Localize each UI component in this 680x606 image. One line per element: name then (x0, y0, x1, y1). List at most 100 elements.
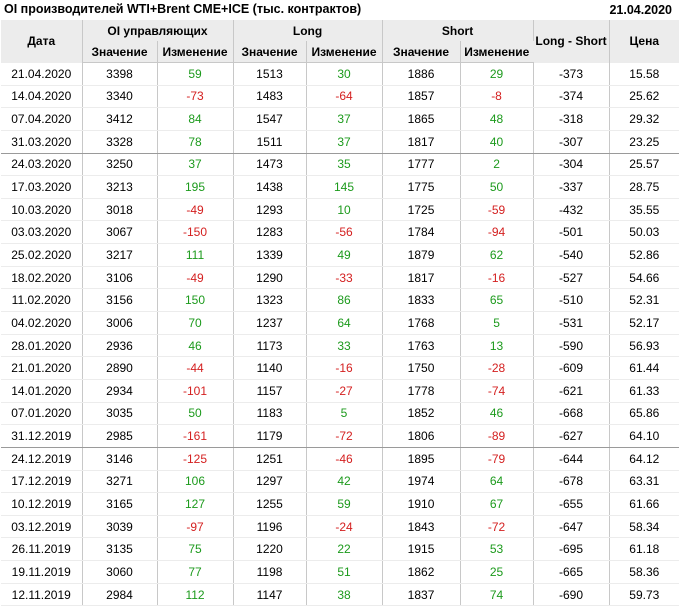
cell-long-value: 1147 (233, 583, 307, 606)
table-row: 07.01.2020 3035 50 1183 5 1852 46 -668 65.86 (1, 402, 680, 426)
cell-price: 64.10 (609, 424, 680, 448)
cell-long-short: -373 (533, 62, 610, 86)
cell-short-value: 1910 (382, 492, 461, 516)
cell-date: 31.03.2020 (1, 130, 83, 154)
cell-date: 03.03.2020 (1, 220, 83, 245)
cell-oi-change: -150 (157, 220, 234, 245)
cell-long-change: 37 (306, 130, 383, 154)
cell-short-value: 1843 (382, 515, 461, 539)
cell-date: 10.12.2019 (1, 492, 83, 516)
cell-oi-change: 75 (157, 537, 234, 562)
cell-long-short: -590 (533, 334, 610, 358)
table-row: 19.11.2019 3060 77 1198 51 1862 25 -665 58.36 (1, 560, 680, 584)
subheader-long-change: Изменение (306, 41, 383, 63)
cell-long-value: 1237 (233, 311, 307, 335)
cell-short-value: 1768 (382, 311, 461, 335)
cell-oi-change: 59 (157, 62, 234, 86)
cell-long-change: 22 (306, 537, 383, 562)
cell-oi-value: 2934 (82, 379, 158, 403)
header-oi-group: OI управляющих (82, 20, 234, 41)
cell-oi-value: 3106 (82, 266, 158, 290)
cell-long-short: -690 (533, 583, 610, 606)
cell-short-value: 1775 (382, 175, 461, 199)
cell-short-change: 46 (460, 402, 534, 426)
table-row: 31.03.2020 3328 78 1511 37 1817 40 -307 23.25 (1, 130, 680, 154)
table-row: 03.03.2020 3067 -150 1283 -56 1784 -94 -501 50.0… (1, 220, 680, 245)
cell-short-change: 67 (460, 492, 534, 516)
cell-long-change: 64 (306, 311, 383, 335)
cell-oi-value: 3340 (82, 85, 158, 109)
cell-long-short: -678 (533, 470, 610, 494)
cell-price: 58.36 (609, 560, 680, 584)
cell-long-change: 33 (306, 334, 383, 358)
cell-long-value: 1511 (233, 130, 307, 154)
cell-oi-change: -125 (157, 447, 234, 471)
cell-oi-change: -101 (157, 379, 234, 403)
cell-long-value: 1255 (233, 492, 307, 516)
cell-short-change: 53 (460, 537, 534, 562)
cell-oi-value: 2984 (82, 583, 158, 606)
cell-long-change: 5 (306, 402, 383, 426)
cell-price: 61.66 (609, 492, 680, 516)
cell-long-change: -64 (306, 85, 383, 109)
cell-short-value: 1806 (382, 424, 461, 448)
cell-oi-value: 3146 (82, 447, 158, 471)
subheader-short-change: Изменение (460, 41, 534, 63)
cell-short-change: 29 (460, 62, 534, 86)
cell-long-value: 1290 (233, 266, 307, 290)
cell-price: 54.66 (609, 266, 680, 290)
cell-long-change: 37 (306, 107, 383, 131)
cell-oi-value: 3250 (82, 153, 158, 177)
cell-short-value: 1763 (382, 334, 461, 358)
cell-price: 25.57 (609, 153, 680, 177)
cell-short-change: -28 (460, 356, 534, 380)
cell-date: 14.04.2020 (1, 85, 83, 109)
cell-oi-change: 111 (157, 243, 234, 267)
cell-oi-change: -73 (157, 85, 234, 109)
table-row: 11.02.2020 3156 150 1323 86 1833 65 -510 52.31 (1, 288, 680, 313)
cell-long-value: 1547 (233, 107, 307, 131)
cell-long-short: -695 (533, 537, 610, 562)
cell-long-change: -56 (306, 220, 383, 245)
cell-short-value: 1817 (382, 266, 461, 290)
cell-short-value: 1915 (382, 537, 461, 562)
cell-long-short: -374 (533, 85, 610, 109)
table-row: 07.04.2020 3412 84 1547 37 1865 48 -318 29.32 (1, 107, 680, 131)
cell-long-value: 1220 (233, 537, 307, 562)
cell-date: 21.04.2020 (1, 62, 83, 86)
cell-long-change: 51 (306, 560, 383, 584)
cell-oi-value: 3412 (82, 107, 158, 131)
cell-short-change: -94 (460, 220, 534, 245)
cell-long-short: -307 (533, 130, 610, 154)
cell-price: 23.25 (609, 130, 680, 154)
cell-price: 63.31 (609, 470, 680, 494)
cell-date: 17.12.2019 (1, 470, 83, 494)
cell-price: 64.12 (609, 447, 680, 471)
cell-oi-change: -49 (157, 266, 234, 290)
cell-oi-change: -97 (157, 515, 234, 539)
cell-date: 07.01.2020 (1, 402, 83, 426)
cell-short-change: -79 (460, 447, 534, 471)
cell-date: 21.01.2020 (1, 356, 83, 380)
table-row: 10.12.2019 3165 127 1255 59 1910 67 -655 61.66 (1, 492, 680, 516)
report-date: 21.04.2020 (609, 3, 672, 17)
cell-oi-value: 3067 (82, 220, 158, 245)
subheader-short-value: Значение (382, 41, 461, 63)
cell-date: 19.11.2019 (1, 560, 83, 584)
cell-long-change: -46 (306, 447, 383, 471)
cell-price: 35.55 (609, 198, 680, 222)
cell-oi-value: 3035 (82, 402, 158, 426)
cell-long-change: -27 (306, 379, 383, 403)
cell-short-change: -59 (460, 198, 534, 222)
cell-long-short: -621 (533, 379, 610, 403)
subheader-long-value: Значение (233, 41, 307, 63)
cell-long-short: -655 (533, 492, 610, 516)
cell-oi-value: 3039 (82, 515, 158, 539)
cell-date: 17.03.2020 (1, 175, 83, 199)
cell-oi-value: 3398 (82, 62, 158, 86)
cell-long-change: 49 (306, 243, 383, 267)
cell-oi-change: -44 (157, 356, 234, 380)
table-row: 24.12.2019 3146 -125 1251 -46 1895 -79 -644 64.1… (1, 447, 680, 471)
cell-long-short: -432 (533, 198, 610, 222)
cell-short-change: -8 (460, 85, 534, 109)
